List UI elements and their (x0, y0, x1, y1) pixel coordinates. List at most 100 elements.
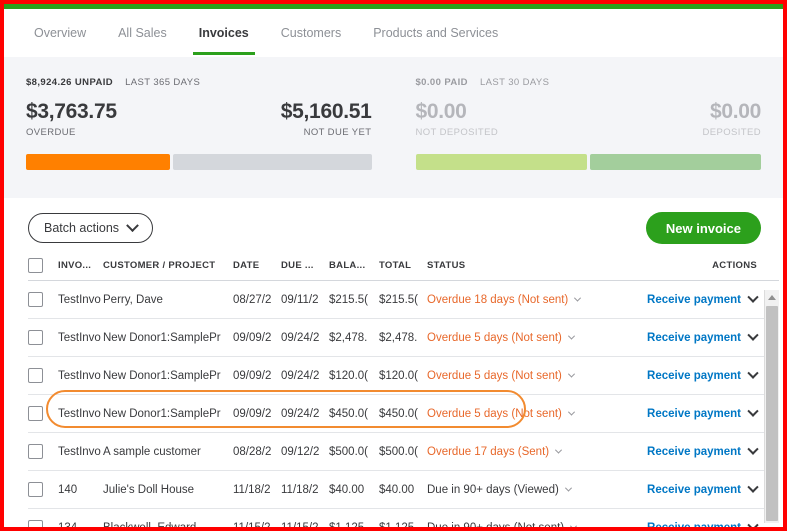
tab-overview[interactable]: Overview (18, 9, 102, 57)
header-balance[interactable]: BALA... (329, 258, 379, 281)
status-badge[interactable]: Overdue 5 days (Not sent) (427, 408, 575, 420)
overdue-label: OVERDUE (26, 127, 76, 139)
table-row[interactable]: 134 Blackwell, Edward 11/15/2 11/15/2 $1,125… (28, 508, 779, 527)
receive-payment-button[interactable]: Receive payment (647, 367, 759, 382)
row-total: $450.0( (379, 394, 427, 433)
row-due-date: 09/11/2 (281, 280, 329, 319)
row-actions-cell: Receive payment (617, 356, 779, 395)
row-balance: $40.00 (329, 470, 379, 509)
table-row[interactable]: TestInvo New Donor1:SamplePr 09/09/2 09/24/… (28, 356, 779, 395)
receive-payment-button[interactable]: Receive payment (647, 291, 759, 306)
paid-progress-bar[interactable] (415, 154, 761, 170)
table-row[interactable]: TestInvo Perry, Dave 08/27/2 09/11/2 $215.5(… (28, 280, 779, 319)
unpaid-amount: $8,924.26 (26, 77, 72, 88)
row-checkbox[interactable] (28, 368, 43, 383)
row-checkbox[interactable] (28, 292, 43, 307)
receive-payment-button[interactable]: Receive payment (647, 405, 759, 420)
chevron-down-icon[interactable] (567, 370, 575, 378)
row-customer: Perry, Dave (103, 280, 233, 319)
not-due-yet-label: NOT DUE YET (303, 127, 372, 139)
header-date[interactable]: DATE (233, 258, 281, 281)
row-date: 08/27/2 (233, 280, 281, 319)
header-customer[interactable]: CUSTOMER / PROJECT (103, 258, 233, 281)
row-actions-cell: Receive payment (617, 508, 779, 527)
row-select-cell (28, 356, 58, 395)
table-row[interactable]: 140 Julie's Doll House 11/18/2 11/18/2 $40.0… (28, 470, 779, 509)
status-badge[interactable]: Overdue 18 days (Not sent) (427, 294, 582, 306)
status-badge[interactable]: Overdue 5 days (Not sent) (427, 331, 575, 344)
paid-bar-segment-1 (589, 154, 761, 170)
row-select-cell (28, 280, 58, 319)
status-text: Overdue 5 days (Not sent) (427, 331, 562, 344)
paid-bar-segment-0 (415, 154, 587, 170)
chevron-down-icon[interactable] (747, 481, 759, 493)
row-invoice-number: TestInvo (58, 356, 103, 395)
status-badge[interactable]: Due in 90+ days (Viewed) (427, 483, 572, 496)
paid-summary-panel: $0.00 PAID LAST 30 DAYS $0.00 NOT DEPOSI… (394, 57, 784, 198)
row-customer: Blackwell, Edward (103, 508, 233, 527)
table-scrollbar[interactable] (764, 290, 779, 523)
table-row[interactable]: TestInvo New Donor1:SamplePr 09/09/2 09/24/… (28, 318, 779, 357)
chevron-down-icon[interactable] (564, 484, 572, 492)
chevron-down-icon[interactable] (747, 329, 759, 341)
row-checkbox[interactable] (28, 482, 43, 497)
row-total: $120.0( (379, 356, 427, 395)
table-header: INVO... CUSTOMER / PROJECT DATE DUE ... … (28, 258, 779, 281)
status-text: Due in 90+ days (Viewed) (427, 483, 559, 496)
row-invoice-number: 140 (58, 470, 103, 509)
row-status-cell: Overdue 17 days (Sent) (427, 432, 617, 471)
receive-payment-button[interactable]: Receive payment (647, 443, 759, 458)
tab-all-sales[interactable]: All Sales (102, 9, 183, 57)
chevron-down-icon[interactable] (567, 332, 575, 340)
chevron-down-icon[interactable] (570, 522, 578, 527)
receive-payment-button[interactable]: Receive payment (647, 481, 759, 496)
receive-payment-button[interactable]: Receive payment (647, 329, 759, 344)
invoice-table-container: INVO... CUSTOMER / PROJECT DATE DUE ... … (28, 258, 779, 527)
row-date: 09/09/2 (233, 356, 281, 395)
header-total[interactable]: TOTAL (379, 258, 427, 281)
row-select-cell (28, 394, 58, 433)
row-date: 11/15/2 (233, 508, 281, 527)
row-checkbox[interactable] (28, 520, 43, 527)
row-balance: $450.0( (329, 394, 379, 433)
row-checkbox[interactable] (28, 330, 43, 345)
scrollbar-thumb[interactable] (766, 306, 778, 521)
row-invoice-number: TestInvo (58, 280, 103, 319)
row-status-cell: Due in 90+ days (Viewed) (427, 470, 617, 509)
chevron-down-icon[interactable] (747, 291, 759, 303)
table-row[interactable]: TestInvo New Donor1:SamplePr 09/09/2 09/24/… (28, 394, 779, 433)
receive-payment-button[interactable]: Receive payment (647, 519, 759, 527)
row-customer: Julie's Doll House (103, 470, 233, 509)
row-due-date: 11/18/2 (281, 470, 329, 509)
batch-actions-button[interactable]: Batch actions (28, 213, 154, 243)
status-badge[interactable]: Overdue 5 days (Not sent) (427, 370, 575, 382)
tab-customers[interactable]: Customers (265, 9, 357, 57)
chevron-down-icon (126, 218, 139, 232)
scroll-up-arrow-icon[interactable] (768, 295, 776, 300)
chevron-down-icon[interactable] (555, 446, 563, 454)
status-badge[interactable]: Overdue 17 days (Sent) (427, 446, 563, 458)
header-invoice[interactable]: INVO... (58, 258, 103, 281)
chevron-down-icon[interactable] (747, 405, 759, 417)
row-total: $1,125. (379, 508, 427, 527)
table-row[interactable]: TestInvo A sample customer 08/28/2 09/12/2 $… (28, 432, 779, 471)
row-invoice-number: TestInvo (58, 318, 103, 357)
row-checkbox[interactable] (28, 406, 43, 421)
tab-invoices[interactable]: Invoices (183, 9, 265, 57)
row-due-date: 09/12/2 (281, 432, 329, 471)
unpaid-summary-panel: $8,924.26 UNPAID LAST 365 DAYS $3,763.75… (4, 57, 394, 198)
status-badge[interactable]: Due in 90+ days (Not sent) (427, 522, 578, 527)
new-invoice-button[interactable]: New invoice (645, 212, 761, 244)
chevron-down-icon[interactable] (747, 367, 759, 379)
row-checkbox[interactable] (28, 444, 43, 459)
select-all-checkbox[interactable] (28, 258, 43, 273)
chevron-down-icon[interactable] (747, 519, 759, 527)
chevron-down-icon[interactable] (574, 294, 582, 302)
not-deposited-value: $0.00 (415, 100, 467, 123)
header-status[interactable]: STATUS (427, 258, 617, 281)
chevron-down-icon[interactable] (567, 408, 575, 416)
chevron-down-icon[interactable] (747, 443, 759, 455)
unpaid-progress-bar[interactable] (26, 154, 372, 170)
header-due[interactable]: DUE ... (281, 258, 329, 281)
tab-products-and-services[interactable]: Products and Services (357, 9, 514, 57)
